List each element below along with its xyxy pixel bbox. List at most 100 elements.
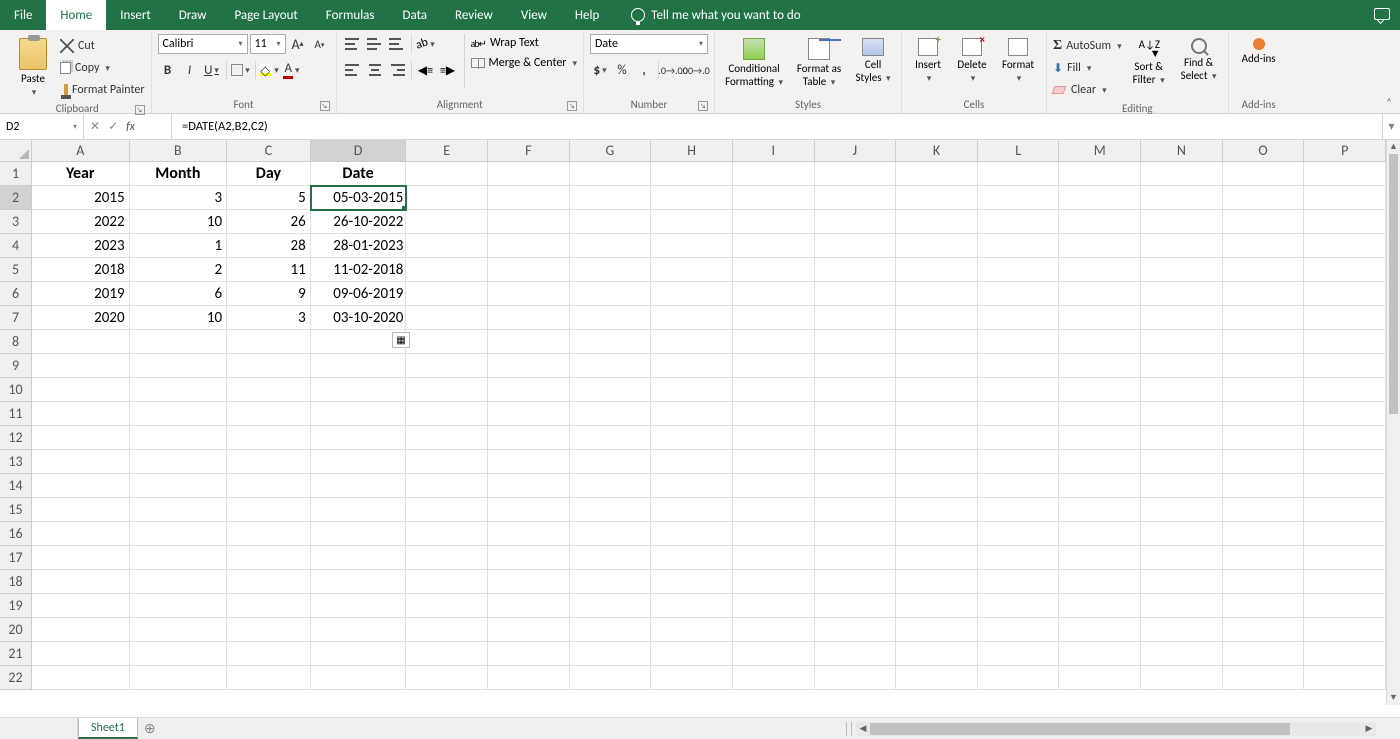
font-color-button[interactable]: A▾: [282, 60, 302, 80]
row-header-2[interactable]: 2: [0, 186, 32, 210]
cell-N19[interactable]: [1141, 594, 1223, 618]
cell-B19[interactable]: [130, 594, 228, 618]
cell-A13[interactable]: [32, 450, 130, 474]
cell-I12[interactable]: [733, 426, 815, 450]
cell-C15[interactable]: [227, 498, 311, 522]
cell-E21[interactable]: [406, 642, 488, 666]
cell-L11[interactable]: [978, 402, 1060, 426]
cell-N5[interactable]: [1141, 258, 1223, 282]
row-header-3[interactable]: 3: [0, 210, 32, 234]
cell-L6[interactable]: [978, 282, 1060, 306]
cell-P1[interactable]: [1304, 162, 1386, 186]
cell-I14[interactable]: [733, 474, 815, 498]
cell-C20[interactable]: [227, 618, 311, 642]
cell-P10[interactable]: [1304, 378, 1386, 402]
cell-H21[interactable]: [651, 642, 733, 666]
cell-D17[interactable]: [311, 546, 407, 570]
cell-A3[interactable]: 2022: [32, 210, 130, 234]
cell-K22[interactable]: [896, 666, 978, 690]
cell-F10[interactable]: [488, 378, 570, 402]
cell-K10[interactable]: [896, 378, 978, 402]
cell-E18[interactable]: [406, 570, 488, 594]
cell-J14[interactable]: [815, 474, 897, 498]
cell-H11[interactable]: [651, 402, 733, 426]
column-header-G[interactable]: G: [570, 140, 652, 162]
cell-D15[interactable]: [311, 498, 407, 522]
cell-F3[interactable]: [488, 210, 570, 234]
cell-K19[interactable]: [896, 594, 978, 618]
cell-B1[interactable]: Month: [130, 162, 228, 186]
cell-A7[interactable]: 2020: [32, 306, 130, 330]
cell-C3[interactable]: 26: [227, 210, 311, 234]
cell-C22[interactable]: [227, 666, 311, 690]
row-header-21[interactable]: 21: [0, 642, 32, 666]
cell-L13[interactable]: [978, 450, 1060, 474]
sheet-nav-area[interactable]: [0, 718, 78, 739]
cell-E2[interactable]: [406, 186, 488, 210]
cells-area[interactable]: YearMonthDayDate20153505-03-201520221026…: [32, 162, 1386, 705]
align-center-button[interactable]: [365, 60, 385, 80]
cell-K14[interactable]: [896, 474, 978, 498]
cell-I1[interactable]: [733, 162, 815, 186]
cell-K8[interactable]: [896, 330, 978, 354]
cell-A11[interactable]: [32, 402, 130, 426]
cell-E10[interactable]: [406, 378, 488, 402]
cell-G7[interactable]: [570, 306, 652, 330]
cell-L8[interactable]: [978, 330, 1060, 354]
cell-L15[interactable]: [978, 498, 1060, 522]
cell-C9[interactable]: [227, 354, 311, 378]
column-header-K[interactable]: K: [896, 140, 978, 162]
align-left-button[interactable]: [343, 60, 363, 80]
cell-N11[interactable]: [1141, 402, 1223, 426]
cell-F14[interactable]: [488, 474, 570, 498]
row-header-19[interactable]: 19: [0, 594, 32, 618]
cell-M18[interactable]: [1059, 570, 1141, 594]
cell-D20[interactable]: [311, 618, 407, 642]
cell-A19[interactable]: [32, 594, 130, 618]
cell-M2[interactable]: [1059, 186, 1141, 210]
cell-D19[interactable]: [311, 594, 407, 618]
column-header-I[interactable]: I: [733, 140, 815, 162]
cell-C18[interactable]: [227, 570, 311, 594]
cell-D7[interactable]: 03-10-2020: [311, 306, 407, 330]
cell-G19[interactable]: [570, 594, 652, 618]
tab-help[interactable]: Help: [561, 0, 613, 30]
cell-B10[interactable]: [130, 378, 228, 402]
cell-J3[interactable]: [815, 210, 897, 234]
cell-K15[interactable]: [896, 498, 978, 522]
wrap-text-button[interactable]: ab↵Wrap Text: [471, 36, 578, 50]
cell-A1[interactable]: Year: [32, 162, 130, 186]
cell-J9[interactable]: [815, 354, 897, 378]
row-header-12[interactable]: 12: [0, 426, 32, 450]
cell-A5[interactable]: 2018: [32, 258, 130, 282]
cell-F2[interactable]: [488, 186, 570, 210]
cell-A17[interactable]: [32, 546, 130, 570]
column-header-O[interactable]: O: [1223, 140, 1305, 162]
cell-M5[interactable]: [1059, 258, 1141, 282]
cell-N9[interactable]: [1141, 354, 1223, 378]
cell-D14[interactable]: [311, 474, 407, 498]
orientation-button[interactable]: ab▾: [416, 34, 436, 54]
scroll-right-button[interactable]: ▶: [1362, 723, 1376, 734]
cell-G11[interactable]: [570, 402, 652, 426]
column-header-C[interactable]: C: [227, 140, 311, 162]
cell-E16[interactable]: [406, 522, 488, 546]
column-header-A[interactable]: A: [32, 140, 130, 162]
cell-I2[interactable]: [733, 186, 815, 210]
cell-F1[interactable]: [488, 162, 570, 186]
cell-O5[interactable]: [1223, 258, 1305, 282]
cell-A18[interactable]: [32, 570, 130, 594]
tab-draw[interactable]: Draw: [165, 0, 221, 30]
cell-I20[interactable]: [733, 618, 815, 642]
cell-E17[interactable]: [406, 546, 488, 570]
cell-G18[interactable]: [570, 570, 652, 594]
horizontal-scrollbar[interactable]: ◀ ▶: [856, 722, 1376, 736]
cell-F11[interactable]: [488, 402, 570, 426]
cell-F16[interactable]: [488, 522, 570, 546]
cell-C7[interactable]: 3: [227, 306, 311, 330]
enter-formula-button[interactable]: ✓: [108, 119, 118, 134]
cell-H5[interactable]: [651, 258, 733, 282]
cell-D2[interactable]: 05-03-2015: [311, 186, 407, 210]
cell-O16[interactable]: [1223, 522, 1305, 546]
cell-K18[interactable]: [896, 570, 978, 594]
